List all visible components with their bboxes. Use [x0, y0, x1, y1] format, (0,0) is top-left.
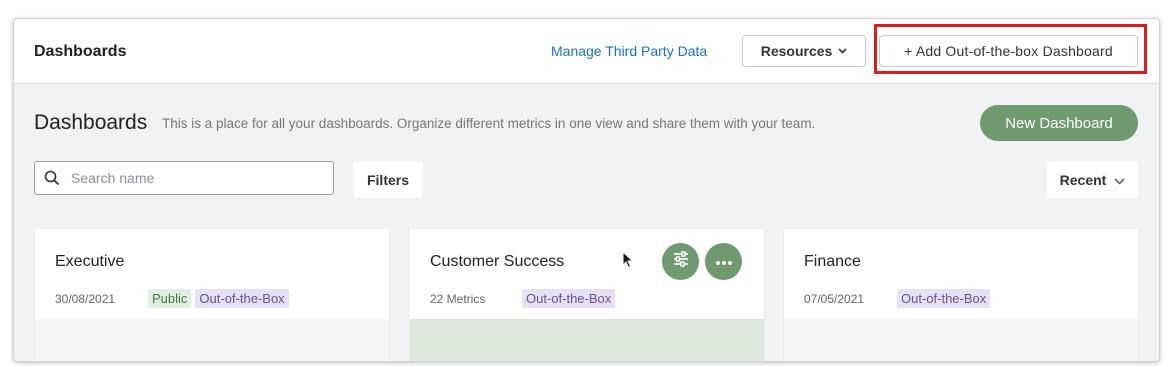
card-settings-button[interactable] — [662, 243, 699, 280]
out-of-the-box-badge: Out-of-the-Box — [195, 289, 289, 308]
card-tags: Out-of-the-Box — [897, 289, 991, 308]
manage-third-party-data-link[interactable]: Manage Third Party Data — [551, 43, 707, 59]
dashboard-card-customer-success[interactable]: Customer Success 22 Metrics Out-of-the-B… — [410, 229, 764, 361]
resources-label: Resources — [760, 43, 833, 59]
sliders-icon — [672, 250, 690, 273]
page-title: Dashboards — [34, 111, 148, 134]
card-more-button[interactable] — [705, 243, 742, 280]
search-input[interactable] — [69, 169, 323, 187]
card-date: 07/05/2021 — [804, 292, 865, 306]
card-title: Finance — [804, 253, 861, 270]
card-preview — [784, 319, 1138, 361]
out-of-the-box-badge: Out-of-the-Box — [522, 289, 616, 308]
card-title: Customer Success — [430, 253, 565, 270]
dashboard-card-executive[interactable]: Executive 30/08/2021 Public Out-of-the-B… — [35, 229, 389, 361]
more-icon — [715, 253, 733, 271]
cursor-icon — [622, 250, 634, 274]
topbar-title: Dashboards — [34, 43, 127, 60]
sort-dropdown[interactable]: Recent — [1047, 161, 1138, 198]
chevron-down-icon — [1114, 172, 1125, 188]
filters-button[interactable]: Filters — [354, 161, 422, 198]
dashboard-card-finance[interactable]: Finance 07/05/2021 Out-of-the-Box — [784, 229, 1138, 361]
card-tags: Out-of-the-Box — [522, 289, 616, 308]
card-preview — [410, 319, 764, 361]
search-box — [34, 161, 334, 195]
card-date: 30/08/2021 — [55, 292, 116, 306]
add-out-of-the-box-dashboard-button[interactable]: + Add Out-of-the-box Dashboard — [879, 35, 1138, 67]
top-bar: Dashboards Manage Third Party Data Resou… — [14, 19, 1159, 84]
page-description: This is a place for all your dashboards.… — [162, 116, 816, 131]
card-title: Executive — [55, 253, 125, 270]
chevron-down-icon — [838, 46, 847, 56]
out-of-the-box-badge: Out-of-the-Box — [897, 289, 991, 308]
card-preview — [35, 319, 389, 361]
card-metrics-count: 22 Metrics — [430, 292, 486, 306]
sort-label: Recent — [1059, 171, 1107, 188]
search-icon — [35, 162, 69, 194]
card-tags: Public Out-of-the-Box — [148, 289, 289, 308]
resources-button[interactable]: Resources — [742, 35, 866, 67]
dashboards-window: Dashboards Manage Third Party Data Resou… — [13, 18, 1160, 362]
public-badge: Public — [148, 289, 192, 308]
new-dashboard-button[interactable]: New Dashboard — [980, 105, 1138, 141]
